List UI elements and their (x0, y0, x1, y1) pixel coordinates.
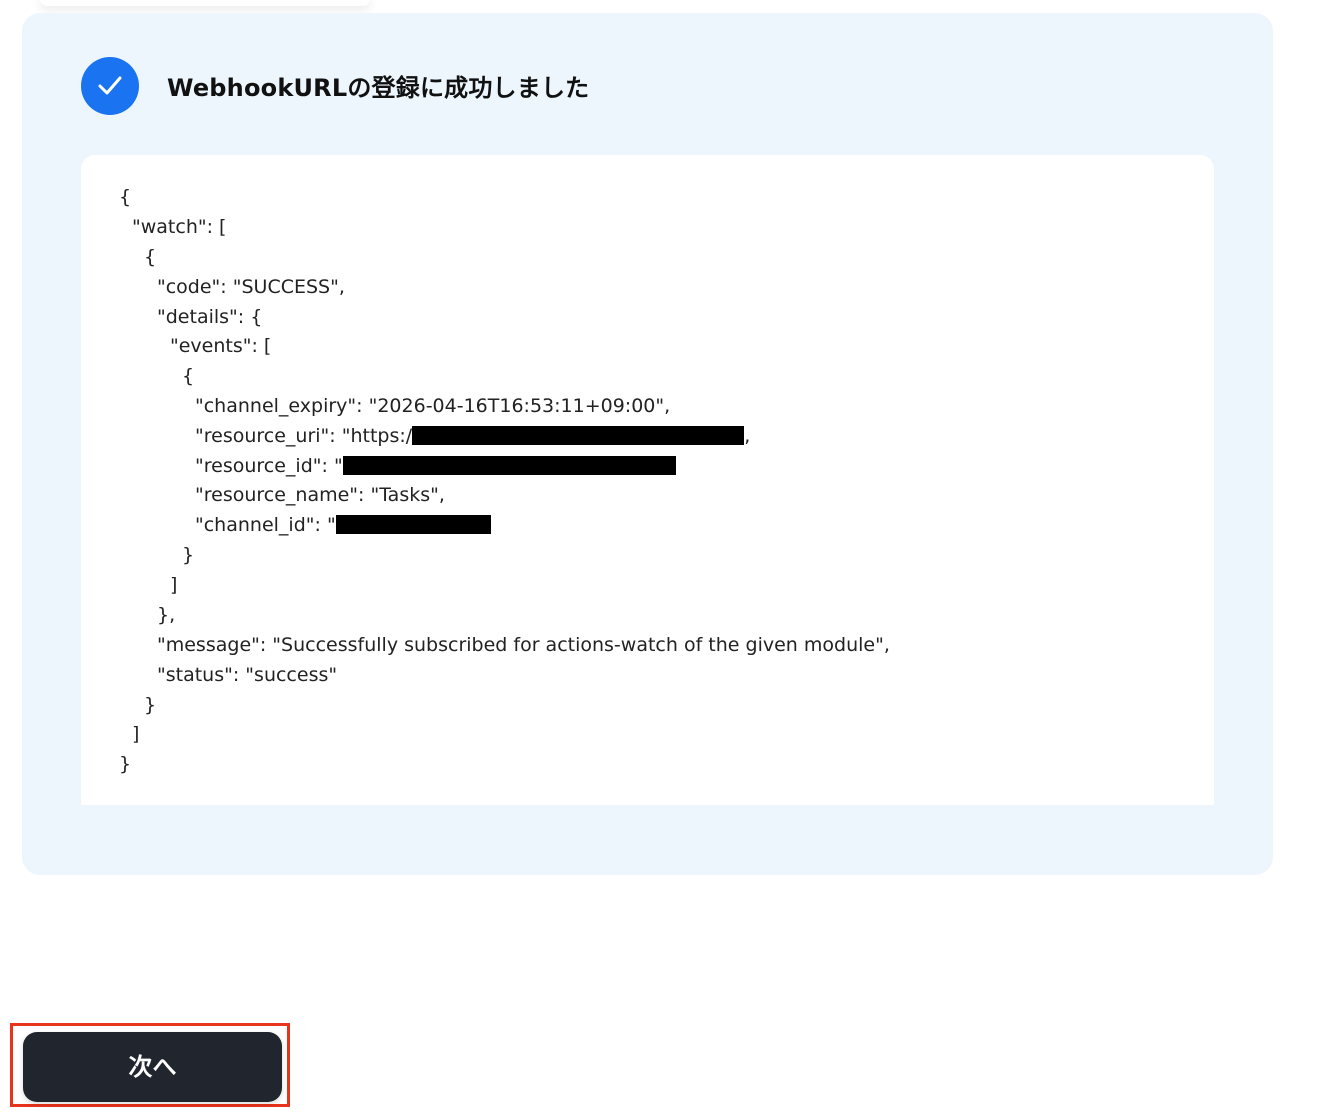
json-line: } (119, 753, 132, 775)
response-json-box: { "watch": [ { "code": "SUCCESS", "detai… (81, 155, 1214, 805)
json-line: { (119, 186, 132, 208)
success-checkmark-icon (81, 57, 139, 115)
json-line: "status": "success" (157, 664, 338, 686)
json-line: "watch": [ (132, 216, 227, 238)
next-button[interactable]: 次へ (23, 1032, 282, 1102)
success-title: WebhookURLの登録に成功しました (167, 74, 590, 102)
json-line: { (144, 246, 157, 268)
resource-uri-text: "resource_uri": "https:/ (195, 425, 413, 447)
json-line: "resource_name": "Tasks", (195, 484, 445, 506)
json-line: "details": { (157, 306, 263, 328)
json-line: ] (132, 723, 140, 745)
json-line: } (182, 544, 195, 566)
json-line-resource-uri: "resource_uri": "https:/, (195, 425, 750, 447)
json-line: "events": [ (170, 335, 272, 357)
json-line-resource-id: "resource_id": " (195, 455, 676, 477)
redacted-block (342, 456, 676, 475)
channel-id-text: "channel_id": " (195, 514, 336, 536)
json-line: "code": "SUCCESS", (157, 276, 345, 298)
redacted-block (412, 426, 745, 445)
previous-card-edge (40, 0, 370, 6)
redacted-block (335, 515, 491, 534)
webhook-result-panel: WebhookURLの登録に成功しました { "watch": [ { "cod… (22, 13, 1273, 875)
json-line-channel-id: "channel_id": " (195, 514, 491, 536)
json-line: "message": "Successfully subscribed for … (157, 634, 890, 656)
json-line: } (144, 694, 157, 716)
json-line: }, (157, 604, 176, 626)
json-line: "channel_expiry": "2026-04-16T16:53:11+0… (195, 395, 671, 417)
resource-uri-suffix: , (744, 425, 751, 447)
resource-id-text: "resource_id": " (195, 455, 343, 477)
json-line: ] (170, 574, 178, 596)
json-line: { (182, 365, 195, 387)
